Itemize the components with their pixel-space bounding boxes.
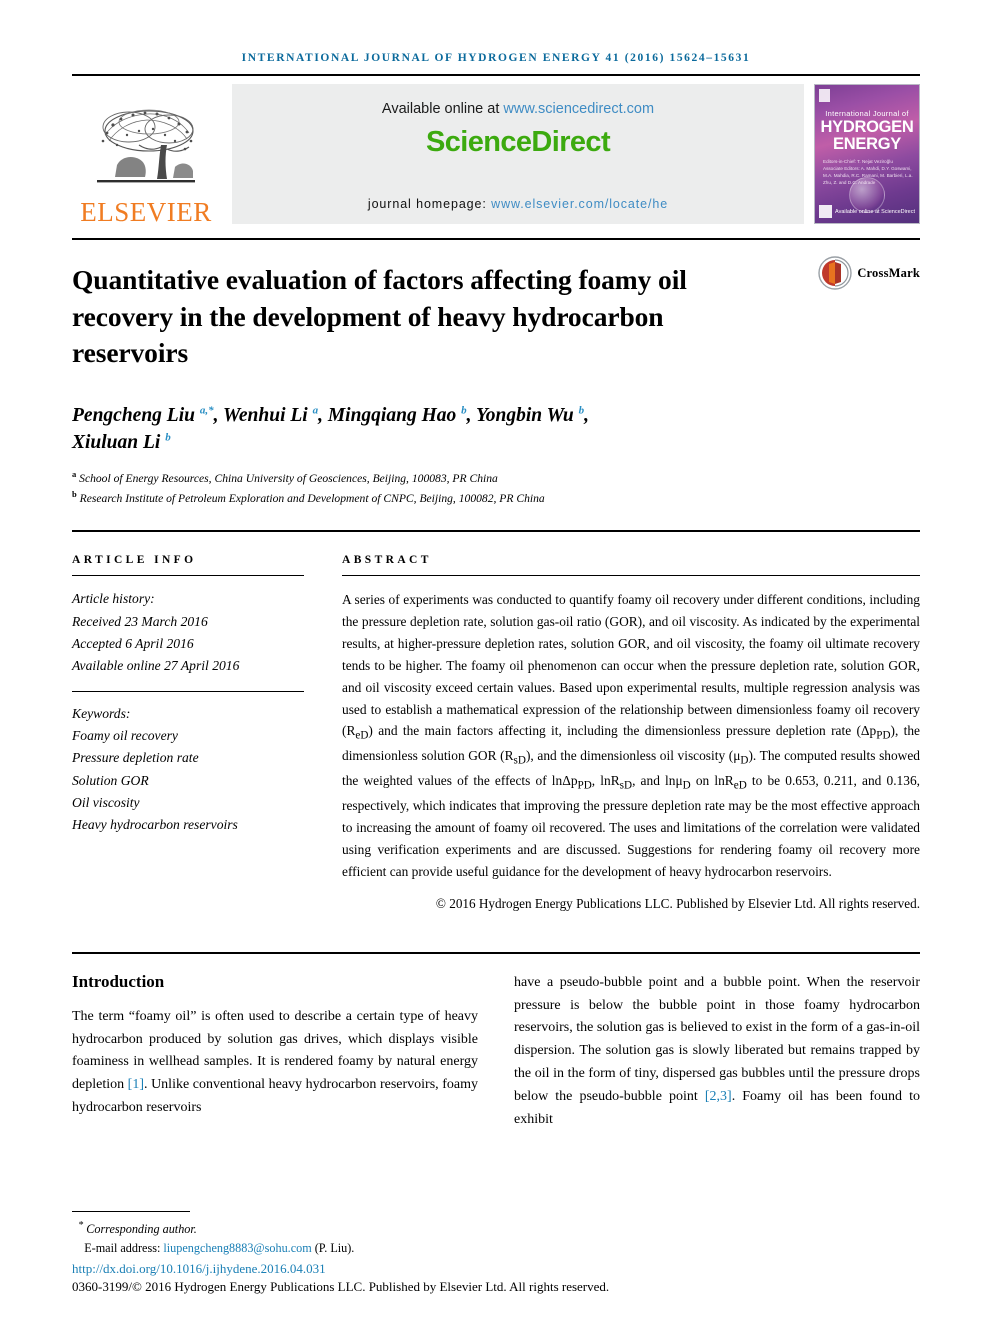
keyword-item: Foamy oil recovery [72,728,178,744]
masthead: ELSEVIER Available online at www.science… [72,74,920,230]
corresponding-author-label: Corresponding author. [83,1222,197,1237]
body-column-left: Introduction The term “foamy oil” is oft… [72,972,478,1132]
abstract-sub-1: eD [355,730,369,743]
info-abstract-section: Article info Article history: Received 2… [72,530,920,911]
affiliation-a: a School of Energy Resources, China Univ… [72,468,920,488]
author-sep-3: , Yongbin Wu [466,404,579,426]
abstract-part-4: ), and the dimensionless oil viscosity (… [525,748,741,764]
running-head: International Journal of Hydrogen Energy… [241,52,751,64]
keyword-item: Solution GOR [72,772,149,788]
abstract-part-2: ) and the main factors affecting it, inc… [368,723,877,739]
affiliation-a-text: School of Energy Resources, China Univer… [76,471,498,485]
author-sep-1: , Wenhui Li [213,404,313,426]
body-column-right: have a pseudo-bubble point and a bubble … [514,972,920,1132]
abstract-sub-3: sD [513,755,526,768]
email-note: E-mail address: liupengcheng8883@sohu.co… [72,1239,920,1258]
author-1: Pengcheng Liu [72,404,200,426]
reference-link-1[interactable]: [1] [128,1077,144,1092]
body-divider [72,951,920,954]
elsevier-tree-icon [97,109,195,183]
available-online-line: Available online at www.sciencedirect.co… [382,101,654,117]
cover-badge-top-icon [819,89,830,102]
abstract-copyright: © 2016 Hydrogen Energy Publications LLC.… [435,895,920,911]
author-5: Xiuluan Li [72,432,166,454]
cover-title-small: International Journal of [825,109,909,118]
introduction-heading: Introduction [72,971,165,991]
keyword-item: Pressure depletion rate [72,750,199,766]
sciencedirect-banner: Available online at www.sciencedirect.co… [232,84,804,224]
author-list: Pengcheng Liu a,*, Wenhui Li a, Mingqian… [72,402,792,457]
article-info-column: Article info Article history: Received 2… [72,554,304,911]
abstract-text: A series of experiments was conducted to… [342,589,920,882]
abstract-part-6: , lnR [591,773,620,789]
journal-cover-image: International Journal of HYDROGEN ENERGY… [814,84,920,224]
sciencedirect-logo: ScienceDirect [425,126,611,158]
crossmark-label: CrossMark [857,265,920,280]
keyword-item: Oil viscosity [72,794,140,810]
journal-homepage-link[interactable]: www.elsevier.com/locate/he [491,197,668,211]
abstract-sub-2: PD [876,730,891,743]
email-owner: (P. Liu). [311,1241,355,1256]
keywords-block: Keywords: Foamy oil recovery Pressure de… [72,703,304,836]
intro-text-3: have a pseudo-bubble point and a bubble … [514,974,920,1104]
corresponding-author-note: * Corresponding author. [72,1218,920,1239]
introduction-paragraph-right: have a pseudo-bubble point and a bubble … [514,972,920,1132]
abstract-part-1: A series of experiments was conducted to… [342,592,920,739]
keywords-label: Keywords: [72,706,131,722]
journal-first-page: International Journal of Hydrogen Energy… [0,0,992,1323]
available-online-text: Available online at [381,101,504,117]
body-columns: Introduction The term “foamy oil” is oft… [72,972,920,1132]
accepted-date: Accepted 6 April 2016 [72,635,194,651]
cover-title-line2: HYDROGEN [820,118,914,136]
article-history-label: Article history: [72,591,155,607]
affiliation-b: b Research Institute of Petroleum Explor… [72,488,920,508]
page-footer: * Corresponding author. E-mail address: … [72,1211,920,1295]
journal-homepage-line: journal homepage: www.elsevier.com/locat… [368,197,668,211]
abstract-part-8: on lnR [690,773,734,789]
keyword-item: Heavy hydrocarbon reservoirs [72,816,238,832]
author-5-affil-marker[interactable]: b [165,432,171,444]
crossmark-badge[interactable]: CrossMark [818,256,920,290]
journal-homepage-label: journal homepage: [367,197,492,211]
abstract-part-7: , and lnμ [632,773,683,789]
affiliation-b-text: Research Institute of Petroleum Explorat… [76,492,545,506]
cover-title-line3: ENERGY [833,134,901,153]
author-sep-2: , Mingqiang Hao [318,404,462,426]
abstract-column: Abstract A series of experiments was con… [342,554,920,911]
article-info-heading: Article info [72,554,304,577]
email-label: E-mail address: [84,1241,164,1256]
page-title: Quantitative evaluation of factors affec… [72,264,687,369]
email-link[interactable]: liupengcheng8883@sohu.com [163,1241,311,1255]
crossmark-icon [818,256,853,290]
issn-copyright-line: 0360-3199/© 2016 Hydrogen Energy Publica… [72,1279,610,1294]
abstract-sub-6: sD [619,779,633,792]
reference-link-2[interactable]: [2,3] [705,1089,732,1104]
introduction-paragraph-left: The term “foamy oil” is often used to de… [72,1006,478,1120]
title-area: CrossMark Quantitative evaluation of fac… [72,238,920,508]
author-sep-4: , [584,404,590,426]
author-1-affil-marker[interactable]: a,* [200,404,214,416]
available-online-date: Available online 27 April 2016 [72,657,240,673]
article-history: Article history: Received 23 March 2016 … [72,588,304,677]
cover-circle-graphic [849,177,885,213]
received-date: Received 23 March 2016 [72,613,208,629]
elsevier-wordmark: ELSEVIER [80,197,212,227]
elsevier-logo: ELSEVIER [72,80,220,230]
abstract-sub-8: eD [733,779,747,792]
doi-link[interactable]: http://dx.doi.org/10.1016/j.ijhydene.201… [72,1261,920,1277]
affiliations: a School of Energy Resources, China Univ… [72,468,920,508]
keywords-divider [72,691,304,693]
cover-sciencedirect-label: Available online at ScienceDirect [835,209,915,215]
abstract-heading: Abstract [342,554,920,577]
cover-badge-bottom-icon [819,205,832,218]
cover-title-main: HYDROGEN ENERGY [815,119,919,153]
abstract-sub-5: PD [577,779,592,792]
sciencedirect-link[interactable]: www.sciencedirect.com [503,101,654,117]
abstract-sub-7: D [682,779,691,792]
footnote-divider [72,1211,190,1213]
